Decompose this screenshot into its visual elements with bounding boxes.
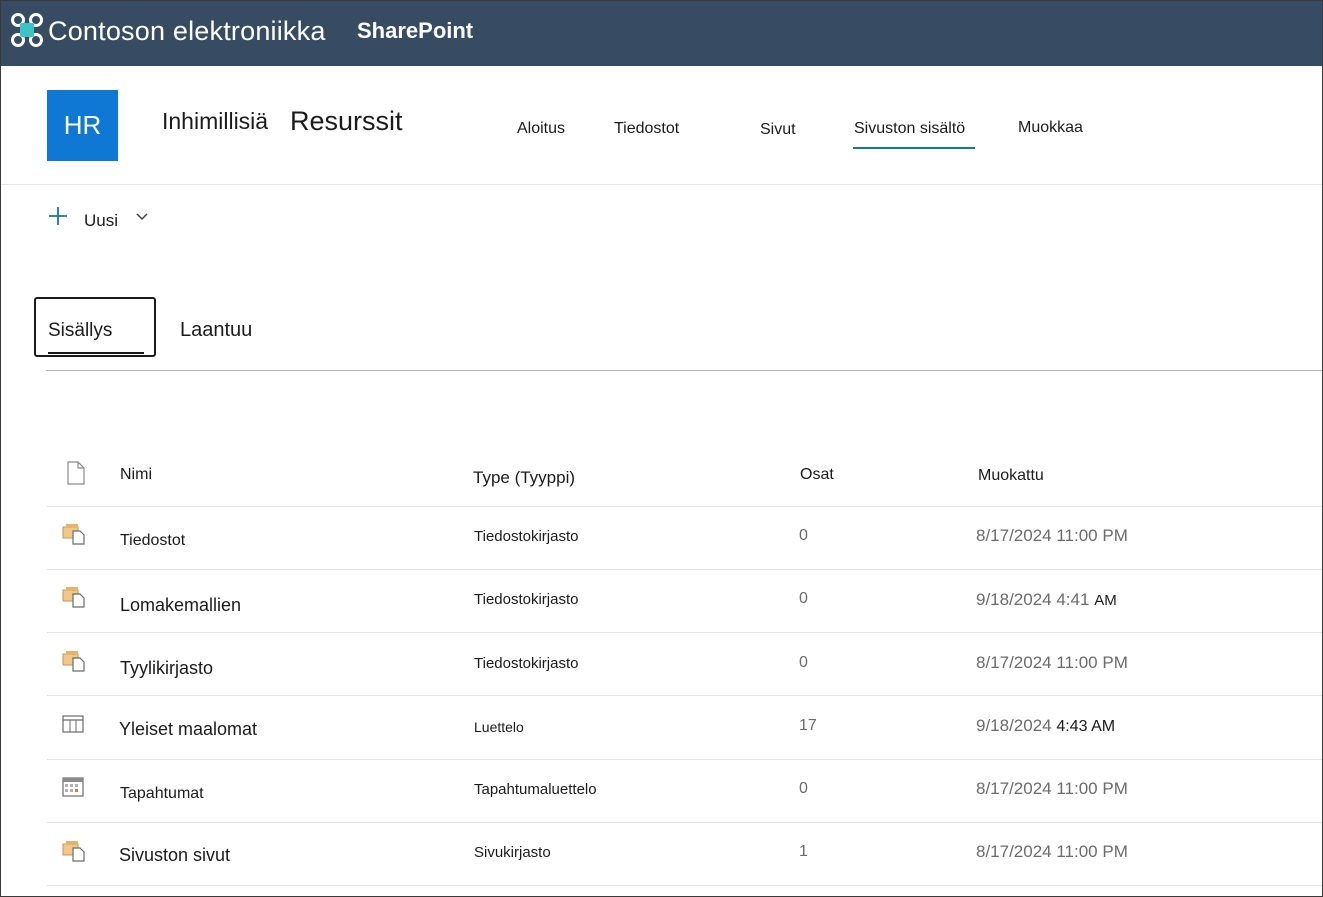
row-modified: 9/18/2024 4:43 AM [976,716,1116,735]
row-items: 17 [799,717,817,734]
nav-item-pages[interactable]: Sivut [760,121,796,139]
row-modified: 8/17/2024 11:00 PM [976,842,1128,861]
site-title-part1[interactable]: Inhimillisiä [162,108,268,135]
tab-subsites[interactable]: Laantuu [180,319,252,342]
row-items: 1 [799,843,808,860]
row-name-style-library[interactable]: Tyylikirjasto [120,658,213,679]
tab-selected-indicator [48,352,144,354]
suite-bar: Contoson elektroniikka SharePoint [0,0,1323,66]
row-divider [47,632,1323,633]
nav-selected-indicator [853,147,975,149]
calendar-icon [62,777,84,797]
row-name-files[interactable]: Tiedostot [120,532,185,550]
row-type: Tiedostokirjasto [474,655,579,672]
chevron-down-icon[interactable] [136,212,148,222]
row-modified: 8/17/2024 11:00 PM [976,779,1128,798]
table-divider [47,506,1323,507]
column-header-modified[interactable]: Muokattu [978,467,1044,485]
row-type: Tiedostokirjasto [474,591,579,608]
column-header-items[interactable]: Osat [800,466,834,484]
library-icon [62,524,85,545]
site-logo[interactable]: HR [47,90,118,161]
nav-item-files[interactable]: Tiedostot [614,120,679,138]
new-button[interactable]: Uusi [46,204,156,236]
row-items: 0 [799,527,808,544]
row-name-events[interactable]: Tapahtumat [120,785,204,803]
row-name-site-pages[interactable]: Sivuston sivut [119,845,230,866]
plus-icon [49,207,67,225]
app-logo-icon[interactable] [10,12,44,48]
row-divider [47,885,1323,886]
library-icon [62,651,85,672]
row-divider [47,695,1323,696]
header-divider [0,184,1323,185]
row-modified: 8/17/2024 11:00 PM [976,526,1128,545]
list-icon [62,715,84,733]
nav-item-site-contents[interactable]: Sivuston sisältö [854,120,965,138]
library-icon [62,841,85,862]
row-items: 0 [799,590,808,607]
row-type: Tiedostokirjasto [474,528,579,545]
tabs-divider [46,370,1323,371]
tab-contents[interactable]: Sisällys [48,320,112,342]
row-type: Tapahtumaluettelo [474,781,597,798]
row-modified: 9/18/2024 4:41 AM [976,590,1117,609]
row-items: 0 [799,780,808,797]
column-header-name[interactable]: Nimi [120,466,152,484]
nav-item-edit[interactable]: Muokkaa [1018,119,1083,137]
row-name-holidays[interactable]: Yleiset maalomat [119,719,257,740]
row-divider [47,822,1323,823]
file-type-icon[interactable] [66,461,86,485]
row-type: Sivukirjasto [474,844,551,861]
row-modified: 8/17/2024 11:00 PM [976,653,1128,672]
row-divider [47,759,1323,760]
row-items: 0 [799,654,808,671]
row-divider [47,569,1323,570]
row-type: Luettelo [474,719,524,735]
site-title-part2[interactable]: Resurssit [290,106,403,137]
column-header-type[interactable]: Type (Tyyppi) [473,468,575,488]
library-icon [62,587,85,608]
nav-item-home[interactable]: Aloitus [517,120,565,138]
row-name-form-templates[interactable]: Lomakemallien [120,595,241,616]
app-name[interactable]: SharePoint [357,18,473,44]
org-name[interactable]: Contoson elektroniikka [48,16,326,47]
new-button-label: Uusi [84,211,119,230]
